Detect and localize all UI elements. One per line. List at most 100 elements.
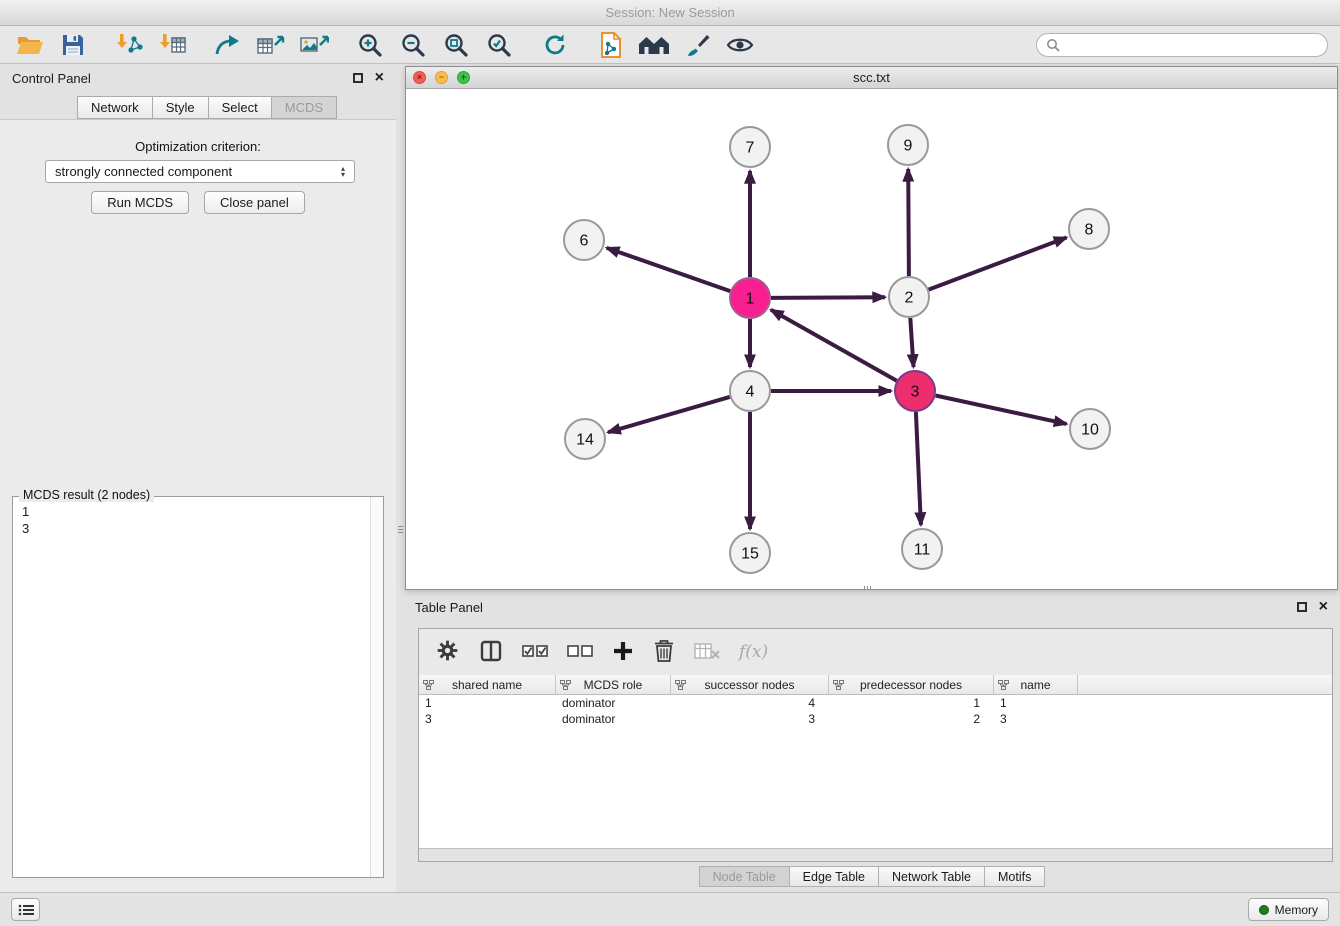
export-network-icon xyxy=(214,32,242,58)
toolbar-separator xyxy=(193,26,206,63)
graph-edge-2-9[interactable] xyxy=(908,169,909,276)
close-window-icon[interactable]: × xyxy=(413,71,426,84)
table-cell: 4 xyxy=(671,695,829,711)
close-panel-icon[interactable]: × xyxy=(1319,599,1328,615)
table-toolbar: f(x) xyxy=(419,629,1332,675)
apply-style-button[interactable] xyxy=(675,29,718,61)
graph-edge-1-2[interactable] xyxy=(771,297,885,298)
import-table-from-file-button[interactable] xyxy=(150,29,193,61)
network-canvas[interactable]: 7968124314101511 xyxy=(406,89,1337,589)
control-tab-network[interactable]: Network xyxy=(77,96,152,119)
table-row[interactable]: 3dominator323 xyxy=(419,711,1332,727)
zoom-out-icon xyxy=(400,32,426,58)
graph-node-label: 15 xyxy=(741,546,759,563)
table-body: 1dominator4113dominator323 xyxy=(419,695,1332,848)
column-type-icon xyxy=(998,680,1009,690)
graph-node-label: 14 xyxy=(576,432,594,449)
network-graph[interactable]: 7968124314101511 xyxy=(406,89,1337,589)
float-panel-icon[interactable] xyxy=(353,73,363,83)
graph-edge-1-6[interactable] xyxy=(607,248,731,291)
zoom-selected-icon xyxy=(486,32,512,58)
unselect-all-icon xyxy=(567,643,593,659)
mcds-result-list: 13 xyxy=(13,500,369,877)
zoom-window-icon[interactable]: + xyxy=(457,71,470,84)
column-header-name[interactable]: name xyxy=(994,675,1078,694)
import-network-from-file-button[interactable] xyxy=(107,29,150,61)
graph-node-label: 4 xyxy=(746,384,755,401)
refresh-layout-button[interactable] xyxy=(533,29,576,61)
zoom-selected-button[interactable] xyxy=(477,29,520,61)
columns-icon xyxy=(479,639,503,663)
zoom-fit-button[interactable] xyxy=(434,29,477,61)
search-box[interactable] xyxy=(1036,33,1328,57)
memory-button[interactable]: Memory xyxy=(1248,898,1329,921)
graph-node-label: 10 xyxy=(1081,422,1099,439)
close-panel-button[interactable]: Close panel xyxy=(204,191,305,214)
toolbar-separator xyxy=(94,26,107,63)
show-columns-button[interactable] xyxy=(479,639,503,666)
traffic-lights: × − + xyxy=(413,71,470,84)
control-tab-select[interactable]: Select xyxy=(208,96,271,119)
mcds-result-value: 1 xyxy=(22,503,369,520)
refresh-icon xyxy=(542,32,568,58)
table-cell: 1 xyxy=(994,695,1078,711)
unselect-all-columns-button[interactable] xyxy=(567,643,593,662)
graph-edge-2-3[interactable] xyxy=(910,318,913,367)
export-network-button[interactable] xyxy=(206,29,249,61)
graph-edge-4-14[interactable] xyxy=(608,397,730,432)
table-cell: 1 xyxy=(829,695,994,711)
zoom-out-button[interactable] xyxy=(391,29,434,61)
table-row[interactable]: 1dominator411 xyxy=(419,695,1332,711)
column-header-MCDS-role[interactable]: MCDS role xyxy=(556,675,671,694)
result-scrollbar[interactable] xyxy=(370,497,383,877)
column-header-shared-name[interactable]: shared name xyxy=(419,675,556,694)
criterion-dropdown[interactable]: strongly connected component ▴▾ xyxy=(45,160,355,183)
network-file-button[interactable] xyxy=(589,29,632,61)
column-type-icon xyxy=(560,680,571,690)
graph-edge-3-1[interactable] xyxy=(771,310,897,381)
float-panel-icon[interactable] xyxy=(1297,602,1307,612)
open-session-button[interactable] xyxy=(8,29,51,61)
style-brush-icon xyxy=(684,32,710,58)
table-tab-node-table[interactable]: Node Table xyxy=(699,866,790,887)
mcds-buttons-row: Run MCDS Close panel xyxy=(0,191,396,214)
create-column-button[interactable] xyxy=(612,640,634,665)
home-views-button[interactable] xyxy=(632,29,675,61)
window-titlebar: Session: New Session xyxy=(0,0,1340,26)
graph-node-label: 6 xyxy=(580,233,589,250)
export-table-button[interactable] xyxy=(249,29,292,61)
table-tab-motifs[interactable]: Motifs xyxy=(984,866,1045,887)
delete-column-button[interactable] xyxy=(653,639,675,666)
export-image-button[interactable] xyxy=(292,29,335,61)
control-tab-style[interactable]: Style xyxy=(152,96,208,119)
column-header-label: predecessor nodes xyxy=(860,678,962,692)
table-settings-button[interactable] xyxy=(435,638,460,666)
search-input[interactable] xyxy=(1066,38,1318,52)
table-cell: 1 xyxy=(419,695,556,711)
window-splitter-handle[interactable] xyxy=(860,585,874,591)
select-all-columns-button[interactable] xyxy=(522,643,548,662)
table-tab-network-table[interactable]: Network Table xyxy=(878,866,985,887)
show-hide-graphics-button[interactable] xyxy=(718,29,761,61)
graph-edge-3-10[interactable] xyxy=(936,396,1067,424)
zoom-in-button[interactable] xyxy=(348,29,391,61)
table-panel-header: Table Panel × xyxy=(405,596,1338,618)
table-tab-edge-table[interactable]: Edge Table xyxy=(789,866,879,887)
export-table-icon xyxy=(256,32,286,58)
control-panel: Control Panel × NetworkStyleSelectMCDS O… xyxy=(0,64,396,892)
control-tab-mcds[interactable]: MCDS xyxy=(271,96,337,119)
graph-edge-2-8[interactable] xyxy=(929,238,1067,290)
run-mcds-button[interactable]: Run MCDS xyxy=(91,191,189,214)
panel-splitter-handle[interactable] xyxy=(396,520,404,538)
minimize-window-icon[interactable]: − xyxy=(435,71,448,84)
network-window-titlebar[interactable]: × − + scc.txt xyxy=(406,67,1337,89)
column-header-successor-nodes[interactable]: successor nodes xyxy=(671,675,829,694)
zoom-in-icon xyxy=(357,32,383,58)
graph-edge-3-11[interactable] xyxy=(916,412,921,525)
network-file-icon xyxy=(599,31,623,59)
save-session-button[interactable] xyxy=(51,29,94,61)
column-header-predecessor-nodes[interactable]: predecessor nodes xyxy=(829,675,994,694)
task-history-button[interactable] xyxy=(11,898,40,921)
table-cell: 3 xyxy=(419,711,556,727)
close-panel-icon[interactable]: × xyxy=(375,70,384,86)
